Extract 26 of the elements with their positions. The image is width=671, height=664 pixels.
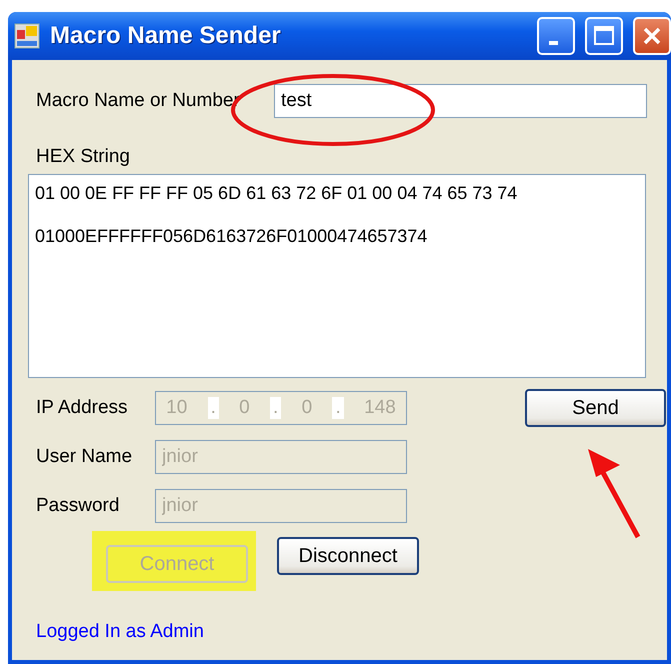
ip-octet: 148 (364, 397, 396, 419)
password-label: Password (36, 495, 120, 517)
close-icon (641, 25, 663, 47)
user-name-label: User Name (36, 446, 134, 468)
send-button[interactable]: Send (525, 389, 666, 427)
minimize-button[interactable] (537, 17, 575, 55)
minimize-icon (548, 41, 558, 45)
hex-line: 01000EFFFFFF056D6163726F01000474657374 (35, 226, 428, 247)
app-icon (14, 23, 40, 49)
macro-input-field[interactable]: test (274, 84, 647, 118)
ip-separator: . (270, 397, 282, 419)
login-status-text: Logged In as Admin (36, 621, 205, 643)
ip-octet: 0 (239, 397, 250, 419)
disconnect-button[interactable]: Disconnect (277, 537, 419, 575)
maximize-icon (593, 25, 615, 47)
close-button[interactable] (633, 17, 671, 55)
ip-separator: . (332, 397, 344, 419)
ip-octet: 0 (302, 397, 312, 419)
window-title: Macro Name Sender (50, 22, 282, 50)
ip-separator: . (208, 397, 219, 419)
hex-string-text-area[interactable]: 01 00 0E FF FF FF 05 6D 61 63 72 6F 01 00 04 74 65 73 74 01000EFFFFFF056D6163726F01000474657374 (28, 174, 646, 378)
ip-octet: 10 (166, 397, 188, 419)
ip-address-label: IP Address (36, 397, 129, 419)
hex-string-label: HEX String (36, 146, 131, 168)
hex-line: 01 00 0E FF FF FF 05 6D 61 63 72 6F 01 00 04 74 65 73 74 (35, 183, 518, 204)
maximize-button[interactable] (585, 17, 623, 55)
